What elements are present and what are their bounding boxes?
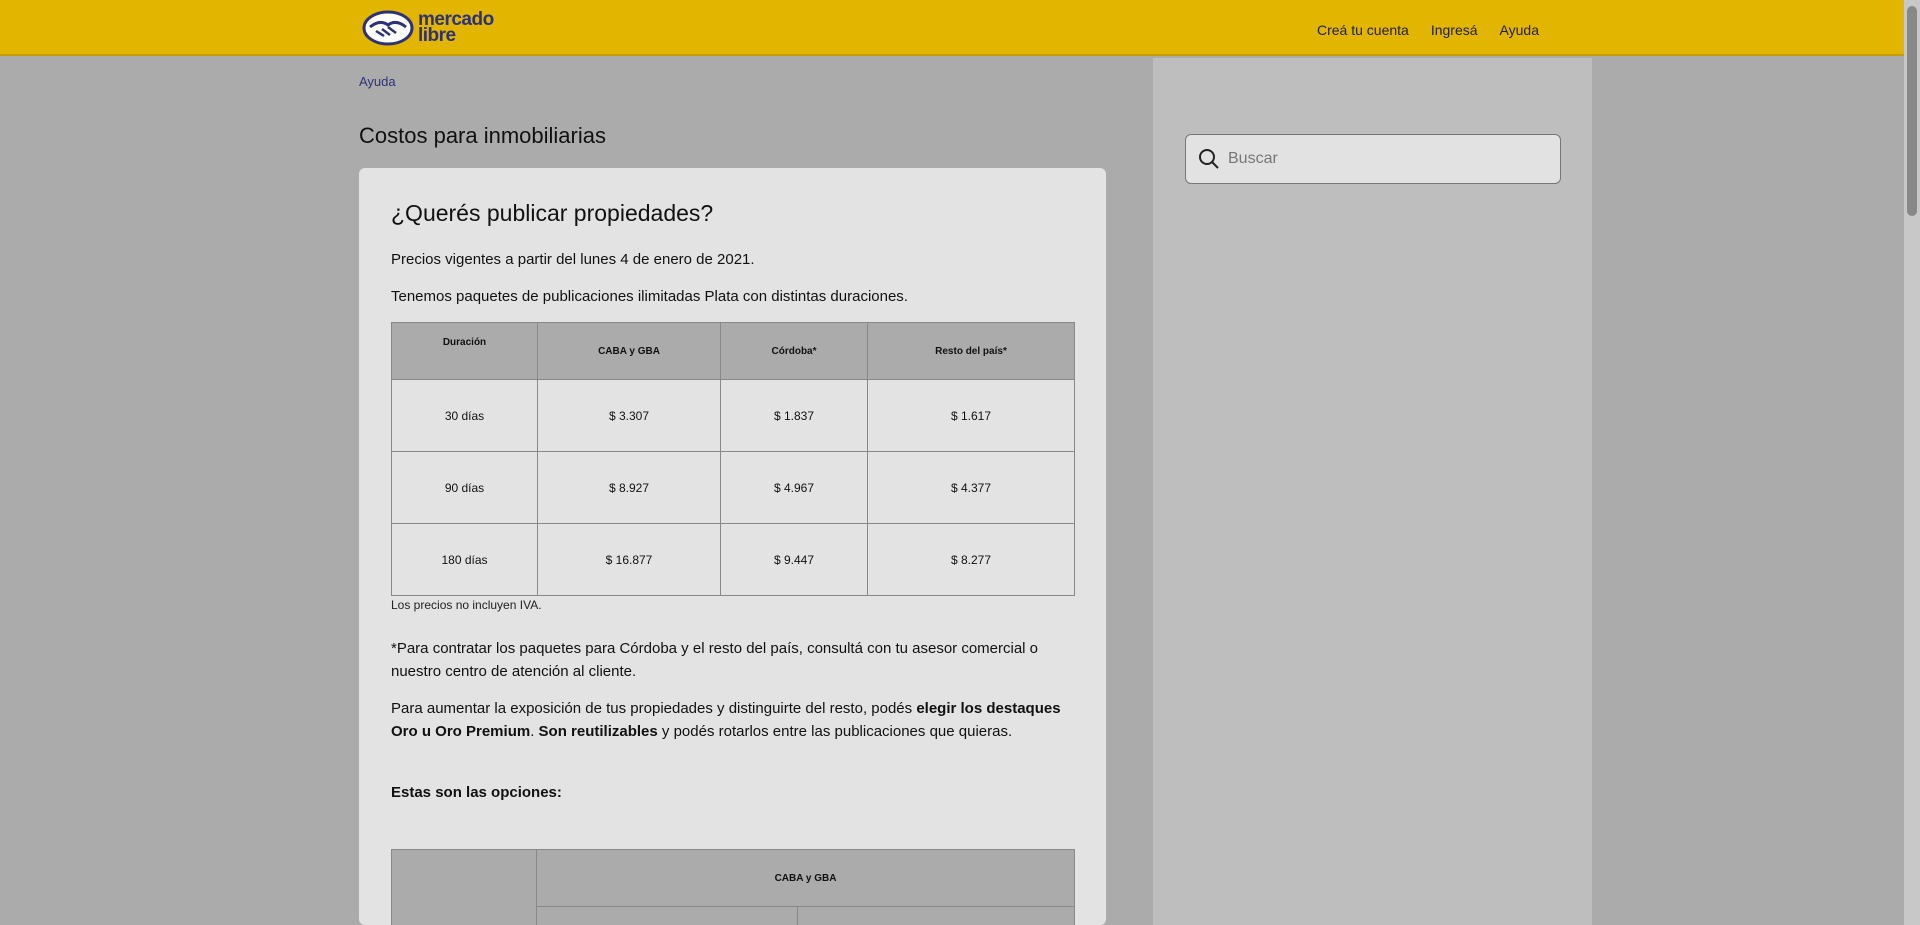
options-empty-header (391, 849, 537, 925)
login-link[interactable]: Ingresá (1431, 22, 1478, 38)
options-col-header-caba: CABA y GBA (536, 849, 1075, 907)
table-header-row: Duración CABA y GBA Córdoba* Resto del p… (391, 322, 1075, 380)
col-header-rest: Resto del país* (867, 322, 1075, 380)
content-card: ¿Querés publicar propiedades? Precios vi… (359, 168, 1106, 925)
prices-valid-text: Precios vigentes a partir del lunes 4 de… (391, 251, 755, 268)
scrollbar-thumb[interactable] (1907, 6, 1917, 216)
table-row: 90 días $ 8.927 $ 4.967 $ 4.377 (391, 451, 1075, 524)
col-header-caba: CABA y GBA (537, 322, 721, 380)
table-cell: $ 1.617 (867, 379, 1075, 452)
table-cell: $ 1.837 (720, 379, 868, 452)
exposure-text-end: y podés rotarlos entre las publicaciones… (657, 723, 1013, 740)
table-header-row: CABA y GBA (391, 849, 1075, 925)
table-cell: $ 8.277 (867, 523, 1075, 596)
table-cell: $ 16.877 (537, 523, 721, 596)
table-row: 180 días $ 16.877 $ 9.447 $ 8.277 (391, 523, 1075, 596)
table-cell: $ 3.307 (537, 379, 721, 452)
page-title: Costos para inmobiliarias (359, 123, 606, 148)
page-scrollbar[interactable] (1904, 0, 1920, 925)
breadcrumb-help[interactable]: Ayuda (359, 74, 396, 89)
section-heading: ¿Querés publicar propiedades? (391, 200, 714, 226)
logo-text: mercado libre (418, 10, 494, 46)
table-cell: $ 4.967 (720, 451, 868, 524)
logo-text-line2: libre (418, 25, 456, 46)
options-heading: Estas son las opciones: (391, 784, 562, 801)
options-table: CABA y GBA (391, 849, 1075, 925)
contract-info-text: *Para contratar los paquetes para Córdob… (391, 640, 1039, 680)
prices-table: Duración CABA y GBA Córdoba* Resto del p… (391, 322, 1075, 596)
table-cell: 180 días (391, 523, 538, 596)
right-sidebar (1153, 58, 1592, 925)
header-nav: Creá tu cuenta Ingresá Ayuda (1317, 22, 1539, 38)
col-header-cordoba: Córdoba* (720, 322, 868, 380)
table-cell: $ 9.447 (720, 523, 868, 596)
handshake-logo-icon (362, 10, 414, 46)
search-icon (1199, 149, 1219, 169)
mercadolibre-logo[interactable]: mercado libre (362, 8, 502, 48)
exposure-text-mid: . (530, 723, 539, 740)
exposure-text-bold2: Son reutilizables (538, 723, 658, 740)
top-header: mercado libre Creá tu cuenta Ingresá Ayu… (0, 0, 1904, 56)
search-input[interactable] (1228, 150, 1528, 168)
exposure-text-start: Para aumentar la exposición de tus propi… (391, 700, 917, 717)
create-account-link[interactable]: Creá tu cuenta (1317, 22, 1409, 38)
col-header-duration: Duración (391, 322, 538, 380)
search-box[interactable] (1185, 134, 1561, 184)
packages-text: Tenemos paquetes de publicaciones ilimit… (391, 288, 908, 305)
table-row: 30 días $ 3.307 $ 1.837 $ 1.617 (391, 379, 1075, 452)
options-subheader (797, 906, 1075, 925)
table-cell: 90 días (391, 451, 538, 524)
vat-note: Los precios no incluyen IVA. (391, 598, 542, 612)
options-subheader (536, 906, 798, 925)
help-link[interactable]: Ayuda (1500, 22, 1539, 38)
exposure-text: Para aumentar la exposición de tus propi… (391, 697, 1075, 743)
table-cell: 30 días (391, 379, 538, 452)
table-cell: $ 4.377 (867, 451, 1075, 524)
table-cell: $ 8.927 (537, 451, 721, 524)
